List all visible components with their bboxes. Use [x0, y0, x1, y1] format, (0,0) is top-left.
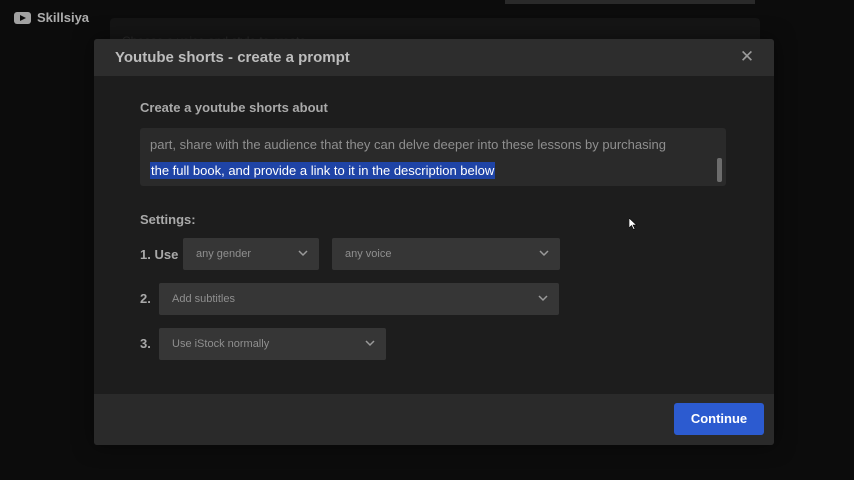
watermark: Skillsiya: [14, 10, 89, 25]
setting-row2-label: 2.: [140, 291, 151, 306]
subtitles-select-value: Add subtitles: [172, 293, 235, 305]
setting-row1-label: 1. Use: [140, 247, 179, 262]
prompt-textarea[interactable]: part, share with the audience that they …: [140, 128, 726, 186]
settings-label: Settings:: [140, 212, 196, 227]
modal-header: Youtube shorts - create a prompt ✕: [94, 39, 774, 76]
voice-select-value: any voice: [345, 248, 392, 260]
chevron-down-icon: [365, 340, 375, 347]
watermark-text: Skillsiya: [37, 10, 90, 25]
istock-select-value: Use iStock normally: [172, 338, 270, 350]
close-icon[interactable]: ✕: [738, 48, 756, 66]
subtitles-select[interactable]: Add subtitles: [159, 283, 559, 315]
prompt-label: Create a youtube shorts about: [140, 100, 328, 115]
gender-select[interactable]: any gender: [183, 238, 319, 270]
prompt-text-selected: the full book, and provide a link to it …: [150, 162, 496, 179]
setting-row3-label: 3.: [140, 336, 151, 351]
chevron-down-icon: [539, 250, 549, 257]
youtube-icon: [14, 11, 31, 24]
prompt-text-line: part, share with the audience that they …: [150, 137, 666, 152]
continue-button[interactable]: Continue: [674, 403, 764, 435]
mouse-cursor-icon: [629, 218, 637, 230]
gender-select-value: any gender: [196, 248, 252, 260]
background-bar: [505, 0, 755, 4]
chevron-down-icon: [298, 250, 308, 257]
voice-select[interactable]: any voice: [332, 238, 560, 270]
modal-title: Youtube shorts - create a prompt: [115, 49, 350, 66]
prompt-modal: Youtube shorts - create a prompt ✕ Creat…: [94, 39, 774, 445]
prompt-scrollbar[interactable]: [717, 158, 722, 182]
chevron-down-icon: [538, 295, 548, 302]
istock-select[interactable]: Use iStock normally: [159, 328, 386, 360]
modal-footer: Continue: [94, 394, 774, 445]
